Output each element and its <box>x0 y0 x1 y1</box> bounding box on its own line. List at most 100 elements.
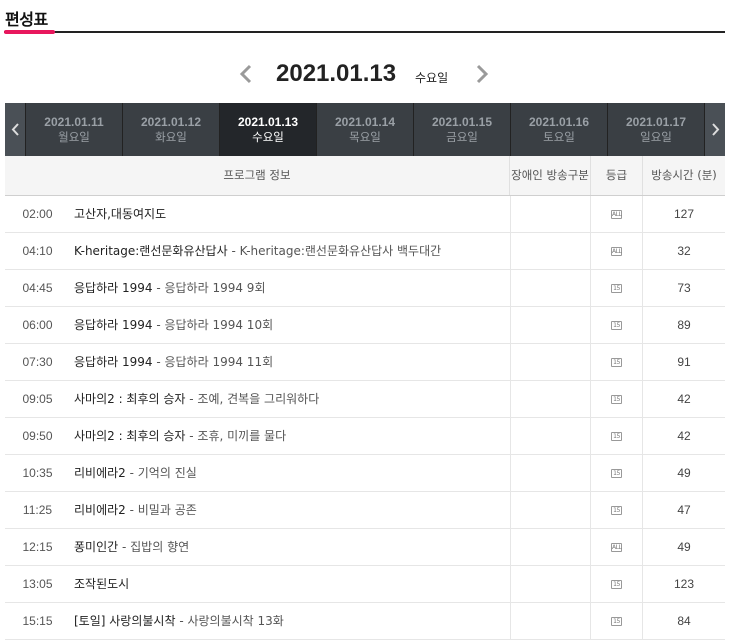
episode-title: - 집밥의 향연 <box>118 540 190 554</box>
rating-badge-icon: 15 <box>611 358 622 367</box>
program-info[interactable]: 사마의2 : 최후의 승자 - 조예, 견복을 그리워하다 <box>74 381 509 417</box>
episode-title: - 조휴, 미끼를 물다 <box>185 429 287 443</box>
disability-broadcast-cell <box>510 455 591 491</box>
airtime: 11:25 <box>22 503 53 517</box>
day-tab-date: 2021.01.11 <box>44 115 104 129</box>
disability-broadcast-cell <box>510 196 591 232</box>
program-title: 고산자,대동여지도 <box>74 207 167 221</box>
airtime: 06:00 <box>22 318 53 332</box>
day-tab-date: 2021.01.15 <box>431 115 493 129</box>
program-title: 리비에라2 <box>74 466 126 480</box>
airtime: 15:15 <box>22 614 53 628</box>
table-row[interactable]: 09:05 사마의2 : 최후의 승자 - 조예, 견복을 그리워하다 15 42 <box>5 381 725 418</box>
day-tab-dow: 수요일 <box>252 130 284 144</box>
week-prev-button[interactable] <box>5 103 26 156</box>
day-tab-dow: 화요일 <box>155 130 187 144</box>
day-tab-date: 2021.01.14 <box>334 115 396 129</box>
program-title: 응답하라 1994 <box>74 281 153 295</box>
rating-badge-icon: 15 <box>611 580 622 589</box>
grade-cell: 15 <box>591 381 643 417</box>
prev-date-button[interactable] <box>236 62 256 86</box>
grade-cell: 15 <box>591 307 643 343</box>
program-info[interactable]: 리비에라2 - 비밀과 공존 <box>74 492 509 528</box>
week-tab-bar: 2021.01.11 월요일 2021.01.12 화요일 2021.01.13 수요일 2… <box>5 103 725 156</box>
episode-title: - 사랑의불시착 13화 <box>175 614 284 628</box>
program-title: 응답하라 1994 <box>74 355 153 369</box>
day-tab[interactable]: 2021.01.14 목요일 <box>317 103 414 156</box>
duration: 47 <box>677 503 691 517</box>
disability-broadcast-cell <box>510 270 591 306</box>
program-info[interactable]: 고산자,대동여지도 <box>74 196 509 232</box>
day-tab-date: 2021.01.13 <box>237 115 299 129</box>
program-info[interactable]: 리비에라2 - 기억의 진실 <box>74 455 509 491</box>
grade-cell: 15 <box>591 270 643 306</box>
day-tab[interactable]: 2021.01.11 월요일 <box>26 103 123 156</box>
day-tab[interactable]: 2021.01.13 수요일 <box>220 103 317 156</box>
table-row[interactable]: 15:15 [토일] 사랑의불시착 - 사랑의불시착 13화 15 84 <box>5 603 725 640</box>
program-title: 리비에라2 <box>74 503 126 517</box>
day-tab[interactable]: 2021.01.12 화요일 <box>123 103 220 156</box>
table-row[interactable]: 02:00 고산자,대동여지도 ALL 127 <box>5 196 725 233</box>
table-row[interactable]: 04:10 K-heritage:랜선문화유산답사 - K-heritage:랜선… <box>5 233 725 270</box>
duration: 32 <box>677 244 691 258</box>
program-info[interactable]: 응답하라 1994 - 응답하라 1994 9회 <box>74 270 509 306</box>
program-title: K-heritage:랜선문화유산답사 <box>74 244 228 258</box>
disability-broadcast-cell <box>510 566 591 602</box>
next-date-button[interactable] <box>472 62 492 86</box>
table-row[interactable]: 06:00 응답하라 1994 - 응답하라 1994 10회 15 89 <box>5 307 725 344</box>
day-tab[interactable]: 2021.01.15 금요일 <box>414 103 511 156</box>
chevron-right-icon <box>476 64 489 84</box>
duration: 49 <box>677 540 691 554</box>
title-accent-bar <box>4 30 55 34</box>
table-row[interactable]: 10:35 리비에라2 - 기억의 진실 15 49 <box>5 455 725 492</box>
day-tab-date: 2021.01.12 <box>140 115 202 129</box>
day-tab-date: 2021.01.17 <box>625 115 687 129</box>
duration: 73 <box>677 281 691 295</box>
program-info[interactable]: [토일] 사랑의불시착 - 사랑의불시착 13화 <box>74 603 509 639</box>
duration: 89 <box>677 318 691 332</box>
program-info[interactable]: 응답하라 1994 - 응답하라 1994 11회 <box>74 344 509 380</box>
table-row[interactable]: 13:05 조작된도시 15 123 <box>5 566 725 603</box>
title-divider <box>4 31 725 33</box>
program-info[interactable]: 조작된도시 <box>74 566 509 602</box>
table-row[interactable]: 09:50 사마의2 : 최후의 승자 - 조휴, 미끼를 물다 15 42 <box>5 418 725 455</box>
day-tab[interactable]: 2021.01.17 일요일 <box>608 103 705 156</box>
schedule-table-header: 프로그램 정보 장애인 방송구분 등급 방송시간 (분) <box>5 156 725 196</box>
day-tab[interactable]: 2021.01.16 토요일 <box>511 103 608 156</box>
week-next-button[interactable] <box>704 103 725 156</box>
table-row[interactable]: 04:45 응답하라 1994 - 응답하라 1994 9회 15 73 <box>5 270 725 307</box>
page-title: 편성표 <box>5 10 48 29</box>
duration: 91 <box>677 355 691 369</box>
program-title: 응답하라 1994 <box>74 318 153 332</box>
rating-badge-icon: ALL <box>611 247 622 256</box>
program-title: 사마의2 : 최후의 승자 <box>74 392 186 406</box>
rating-badge-icon: 15 <box>611 506 622 515</box>
table-row[interactable]: 11:25 리비에라2 - 비밀과 공존 15 47 <box>5 492 725 529</box>
table-row[interactable]: 12:15 퐁미인간 - 집밥의 향연 ALL 49 <box>5 529 725 566</box>
grade-cell: 15 <box>591 344 643 380</box>
airtime: 07:30 <box>22 355 53 369</box>
airtime: 02:00 <box>22 207 53 221</box>
program-info[interactable]: 응답하라 1994 - 응답하라 1994 10회 <box>74 307 509 343</box>
episode-title: - 비밀과 공존 <box>125 503 197 517</box>
header-disability: 장애인 방송구분 <box>510 156 591 195</box>
current-date: 2021.01.13 <box>276 60 397 87</box>
episode-title: - 응답하라 1994 10회 <box>152 318 274 332</box>
program-info[interactable]: 사마의2 : 최후의 승자 - 조휴, 미끼를 물다 <box>74 418 509 454</box>
episode-title: - 응답하라 1994 9회 <box>152 281 266 295</box>
table-row[interactable]: 07:30 응답하라 1994 - 응답하라 1994 11회 15 91 <box>5 344 725 381</box>
episode-title: - 조예, 견복을 그리워하다 <box>185 392 320 406</box>
rating-badge-icon: 15 <box>611 469 622 478</box>
header-program: 프로그램 정보 <box>5 156 510 195</box>
program-info[interactable]: K-heritage:랜선문화유산답사 - K-heritage:랜선문화유산답… <box>74 233 509 269</box>
header-grade: 등급 <box>591 156 643 195</box>
disability-broadcast-cell <box>510 381 591 417</box>
day-tab-dow: 일요일 <box>640 130 672 144</box>
program-title: 사마의2 : 최후의 승자 <box>74 429 186 443</box>
program-info[interactable]: 퐁미인간 - 집밥의 향연 <box>74 529 509 565</box>
grade-cell: 15 <box>591 566 643 602</box>
airtime: 10:35 <box>22 466 53 480</box>
rating-badge-icon: 15 <box>611 284 622 293</box>
episode-title: - K-heritage:랜선문화유산답사 백두대간 <box>227 244 442 258</box>
program-title: 퐁미인간 <box>74 540 119 554</box>
